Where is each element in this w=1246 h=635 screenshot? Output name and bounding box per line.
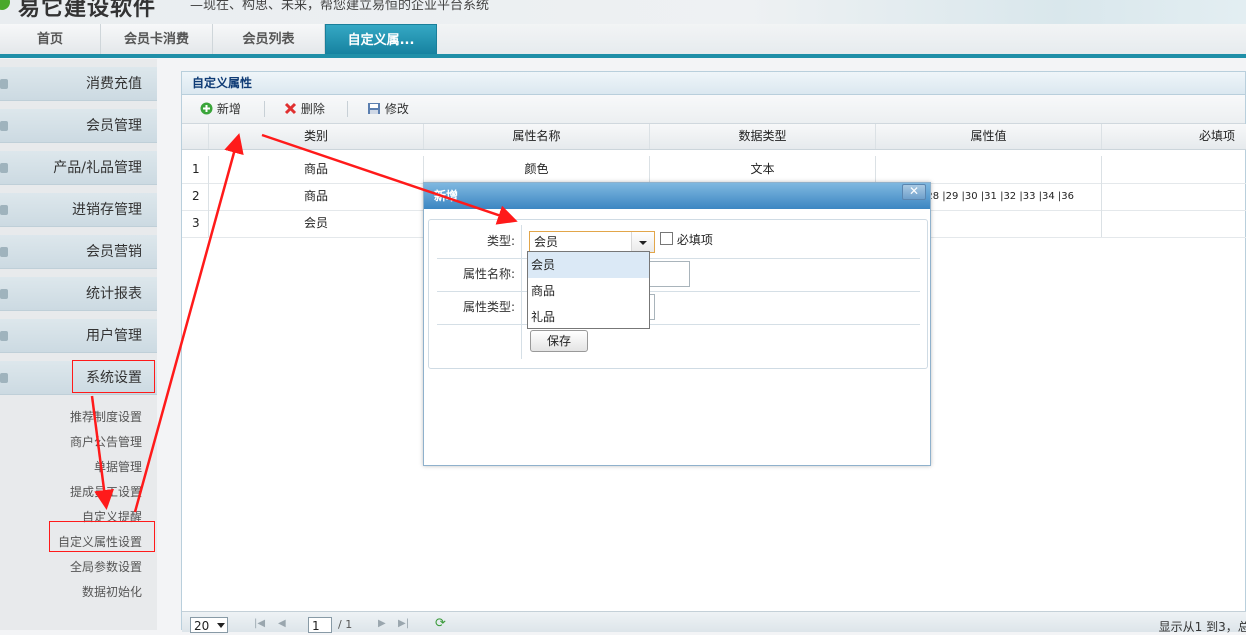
header-rownum	[182, 124, 209, 149]
toolbar: 新增 删除 修改	[182, 95, 1245, 124]
required-checkbox-group[interactable]: 必填项	[660, 230, 713, 250]
menu-inventory[interactable]: 进销存管理	[0, 193, 157, 227]
submenu-data-init[interactable]: 数据初始化	[82, 583, 142, 600]
last-page-icon[interactable]: ▶|	[398, 618, 409, 629]
report-icon	[0, 289, 8, 299]
required-checkbox[interactable]	[660, 232, 673, 245]
toolbar-separator	[347, 101, 348, 117]
save-disk-icon	[368, 103, 380, 114]
required-label: 必填项	[676, 233, 713, 247]
form-row-attr-type: 属性类型:	[437, 291, 920, 325]
header-required[interactable]: 必填项	[1102, 124, 1246, 149]
menu-recharge[interactable]: 消费充值	[0, 67, 157, 101]
add-attribute-dialog: 新增 ✕ 类型: 会员 必填项 属性名称: 属性类型: 保存	[423, 182, 931, 466]
pager: 20 |◀ ◀ 1 / 1 ▶ ▶| ⟳ 显示从1 到3，总 3 条	[182, 611, 1246, 634]
tab-card-consumption[interactable]: 会员卡消费	[101, 24, 213, 55]
submenu-referral-settings[interactable]: 推荐制度设置	[70, 408, 142, 425]
refresh-icon[interactable]: ⟳	[435, 616, 446, 631]
page-size-select[interactable]: 20	[190, 617, 228, 633]
save-button[interactable]: 保存	[530, 330, 588, 352]
page-number-input[interactable]: 1	[308, 617, 332, 633]
highlight-custom-attr-settings	[49, 521, 155, 552]
header-attr-value[interactable]: 属性值	[876, 124, 1102, 149]
menu-member-management[interactable]: 会员管理	[0, 109, 157, 143]
product-icon	[0, 163, 8, 173]
add-form: 类型: 会员 必填项 属性名称: 属性类型: 保存	[428, 219, 928, 369]
inventory-icon	[0, 205, 8, 215]
form-row-actions: 保存	[437, 324, 920, 359]
grid-header: 类别 属性名称 数据类型 属性值 必填项	[182, 124, 1246, 150]
next-page-icon[interactable]: ▶	[378, 618, 386, 629]
option-gift[interactable]: 礼品	[528, 304, 649, 330]
submenu-announcement[interactable]: 商户公告管理	[70, 433, 142, 450]
dialog-title: 新增	[434, 189, 459, 203]
actions-label-cell	[437, 324, 522, 359]
settings-icon	[0, 373, 8, 383]
header-attr-name[interactable]: 属性名称	[424, 124, 650, 149]
option-member[interactable]: 会员	[528, 252, 649, 278]
user-icon	[0, 331, 8, 341]
toolbar-separator	[264, 101, 265, 117]
tab-member-list[interactable]: 会员列表	[213, 24, 325, 55]
type-dropdown-list: 会员 商品 礼品	[527, 251, 650, 329]
header-banner: 易它建设软件 —现在、构思、未来，帮您建立易恒的企业平台系统	[0, 0, 1246, 24]
menu-marketing[interactable]: 会员营销	[0, 235, 157, 269]
form-row-attr-name: 属性名称:	[437, 258, 920, 292]
pager-info: 显示从1 到3，总 3 条	[1158, 620, 1246, 634]
edit-button[interactable]: 修改	[367, 100, 409, 118]
table-row[interactable]: 1 商品 颜色 文本	[182, 156, 1246, 184]
close-icon[interactable]: ✕	[902, 184, 926, 200]
attr-type-label: 属性类型:	[437, 291, 522, 324]
brand-name: 易它建设软件	[18, 0, 157, 21]
highlight-system-settings	[72, 360, 155, 393]
option-product[interactable]: 商品	[528, 278, 649, 304]
submenu-documents[interactable]: 单据管理	[94, 458, 142, 475]
submenu-commission-staff[interactable]: 提成员工设置	[70, 483, 142, 500]
add-button[interactable]: 新增	[200, 100, 241, 118]
first-page-icon[interactable]: |◀	[254, 618, 266, 630]
member-icon	[0, 121, 8, 131]
logo-icon	[0, 0, 10, 10]
form-row-type: 类型: 会员 必填项	[437, 225, 920, 259]
dialog-title-bar: 新增 ✕	[424, 183, 930, 209]
recharge-icon	[0, 79, 8, 89]
submenu-global-params[interactable]: 全局参数设置	[70, 558, 142, 575]
chevron-down-icon[interactable]	[631, 232, 654, 252]
header-category[interactable]: 类别	[209, 124, 424, 149]
add-icon	[200, 102, 213, 115]
type-label: 类型:	[437, 225, 522, 258]
delete-button[interactable]: 删除	[284, 100, 325, 118]
tab-custom-attributes[interactable]: 自定义属...	[325, 24, 437, 55]
prev-page-icon[interactable]: ◀	[278, 618, 290, 630]
panel-title: 自定义属性	[182, 72, 1245, 95]
menu-product-gift[interactable]: 产品/礼品管理	[0, 151, 157, 185]
type-select[interactable]: 会员	[529, 231, 655, 253]
tab-home[interactable]: 首页	[0, 24, 101, 55]
menu-reports[interactable]: 统计报表	[0, 277, 157, 311]
chevron-down-icon	[217, 623, 225, 628]
delete-icon	[284, 102, 297, 115]
menu-user-management[interactable]: 用户管理	[0, 319, 157, 353]
header-slogan: —现在、构思、未来，帮您建立易恒的企业平台系统	[190, 0, 490, 13]
header-data-type[interactable]: 数据类型	[650, 124, 876, 149]
marketing-icon	[0, 247, 8, 257]
attr-name-label: 属性名称:	[437, 258, 522, 291]
tab-bar: 首页 会员卡消费 会员列表 自定义属...	[0, 24, 1246, 58]
total-pages: / 1	[338, 618, 353, 631]
